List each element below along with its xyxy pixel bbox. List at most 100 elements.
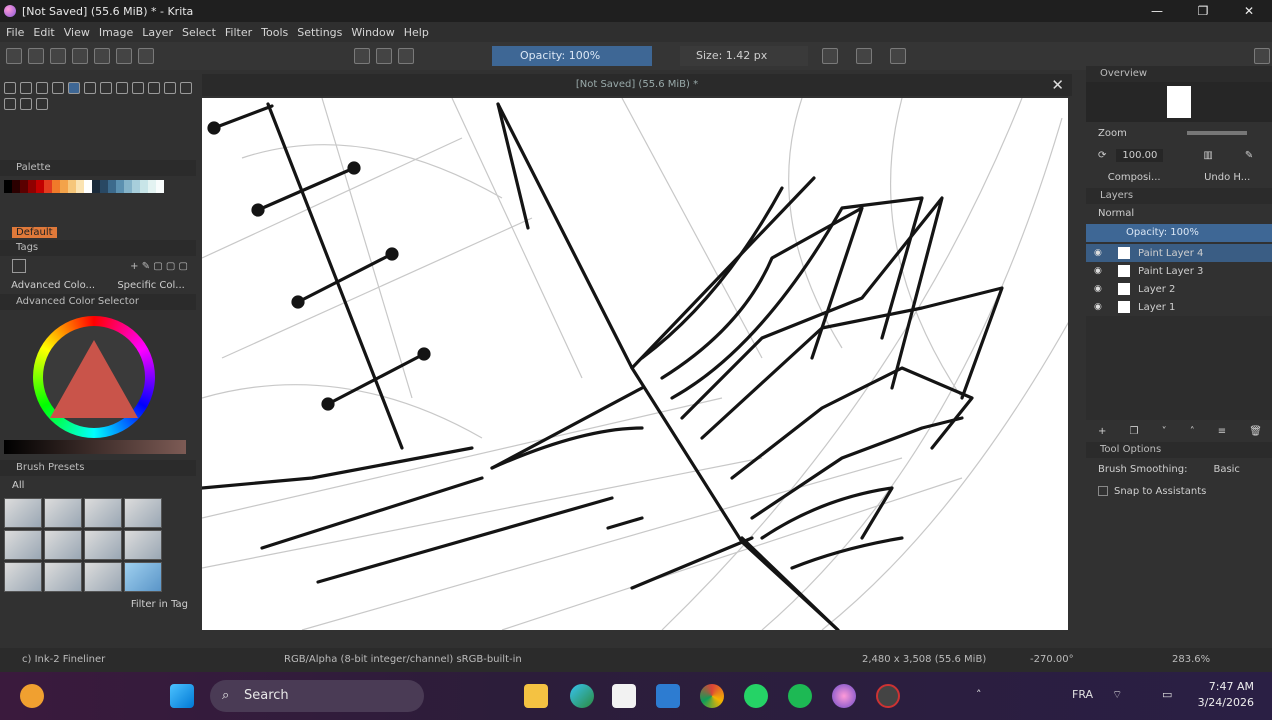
brush-preset-icon[interactable] — [116, 48, 132, 64]
menu-help[interactable]: Help — [404, 26, 429, 39]
brush-preset[interactable] — [4, 530, 42, 560]
zoom-slider[interactable] — [1186, 131, 1247, 135]
palette-swatch[interactable] — [132, 180, 140, 193]
palette-swatch[interactable] — [116, 180, 124, 193]
spotify-icon[interactable] — [788, 684, 812, 708]
crop-tool-icon[interactable] — [36, 98, 48, 110]
tab-advanced-colors[interactable]: Advanced Colo... — [11, 280, 95, 291]
tab-specific-colors[interactable]: Specific Col... — [117, 280, 185, 291]
battery-icon[interactable]: ▭ — [1162, 688, 1172, 701]
filter-in-tag-checkbox[interactable]: Filter in Tag — [131, 599, 188, 610]
menu-filter[interactable]: Filter — [225, 26, 252, 39]
menu-settings[interactable]: Settings — [297, 26, 342, 39]
transform-tool-icon[interactable] — [4, 98, 16, 110]
advanced-color-selector[interactable] — [0, 310, 196, 460]
snap-checkbox[interactable] — [1098, 486, 1108, 496]
document-tab[interactable]: [Not Saved] (55.6 MiB) * ✕ — [202, 74, 1072, 96]
new-document-icon[interactable] — [6, 48, 22, 64]
palette-swatch[interactable] — [60, 180, 68, 193]
edit-shapes-tool-icon[interactable] — [36, 82, 48, 94]
palette-swatch[interactable] — [148, 180, 156, 193]
bezier-tool-icon[interactable] — [164, 82, 176, 94]
polygon-tool-icon[interactable] — [132, 82, 144, 94]
menu-file[interactable]: File — [6, 26, 24, 39]
add-layer-icon[interactable]: + — [1098, 426, 1106, 437]
palette-swatch[interactable] — [92, 180, 100, 193]
maximize-button[interactable]: ❐ — [1180, 0, 1226, 22]
layer-opacity-slider[interactable]: Opacity: 100% — [1086, 224, 1272, 242]
layer-row[interactable]: ◉ Paint Layer 4 — [1086, 244, 1272, 262]
palette-swatch[interactable] — [108, 180, 116, 193]
move-layer-down-icon[interactable]: ˅ — [1162, 426, 1167, 437]
palette-swatch[interactable] — [36, 180, 44, 193]
panel-toggle-icon[interactable] — [1254, 48, 1270, 64]
menu-view[interactable]: View — [64, 26, 90, 39]
tray-chevron-icon[interactable]: ˄ — [976, 688, 982, 701]
system-clock[interactable]: 7:47 AM 3/24/2026 — [1198, 679, 1254, 711]
layer-row[interactable]: ◉ Layer 1 — [1086, 298, 1272, 316]
language-indicator[interactable]: FRA — [1072, 688, 1093, 701]
menu-layer[interactable]: Layer — [142, 26, 173, 39]
tab-undo-history[interactable]: Undo H... — [1204, 172, 1250, 183]
wifi-icon[interactable]: ⌔ — [1112, 688, 1122, 702]
palette-swatch[interactable] — [100, 180, 108, 193]
file-explorer-icon[interactable] — [524, 684, 548, 708]
blend-mode-select[interactable]: Normal — [1098, 208, 1134, 219]
store-icon[interactable] — [612, 684, 636, 708]
size-slider[interactable]: Size: 1.42 px — [680, 46, 808, 66]
smoothing-select[interactable]: Basic — [1213, 464, 1239, 475]
save-icon[interactable] — [50, 48, 66, 64]
visibility-eye-icon[interactable]: ◉ — [1094, 302, 1104, 312]
palette-swatch[interactable] — [124, 180, 132, 193]
edge-icon[interactable] — [570, 684, 594, 708]
open-document-icon[interactable] — [28, 48, 44, 64]
move-tool-icon[interactable] — [20, 98, 32, 110]
mail-icon[interactable] — [656, 684, 680, 708]
overview-thumbnail[interactable] — [1086, 82, 1272, 122]
drawing-canvas[interactable] — [202, 98, 1068, 630]
select-shapes-tool-icon[interactable] — [4, 82, 16, 94]
rotate-icon[interactable]: ⟳ — [1098, 150, 1106, 161]
minimize-button[interactable]: — — [1134, 0, 1180, 22]
palette-name[interactable]: Default — [12, 226, 57, 238]
taskbar-search[interactable]: ⌕ Search — [210, 680, 424, 712]
brush-preset[interactable] — [4, 562, 42, 592]
ellipse-tool-icon[interactable] — [116, 82, 128, 94]
tag-selector-icon[interactable] — [12, 259, 26, 273]
menu-image[interactable]: Image — [99, 26, 133, 39]
widgets-icon[interactable] — [20, 684, 44, 708]
brush-preset[interactable] — [84, 498, 122, 528]
palette-swatch[interactable] — [12, 180, 20, 193]
pin-icon[interactable]: ✎ — [1245, 150, 1253, 161]
brush-preset[interactable] — [44, 562, 82, 592]
delete-layer-icon[interactable]: 🗑 — [1249, 426, 1262, 437]
palette-swatch[interactable] — [52, 180, 60, 193]
visibility-eye-icon[interactable]: ◉ — [1094, 266, 1104, 276]
palette-swatch[interactable] — [156, 180, 164, 193]
layer-row[interactable]: ◉ Paint Layer 3 — [1086, 262, 1272, 280]
palette-swatch[interactable] — [84, 180, 92, 193]
brush-preset[interactable] — [44, 498, 82, 528]
palette-swatch[interactable] — [76, 180, 84, 193]
palette-swatch[interactable] — [20, 180, 28, 193]
krita-taskbar-icon[interactable] — [832, 684, 856, 708]
brush-preset[interactable] — [124, 498, 162, 528]
brush-preset[interactable] — [84, 530, 122, 560]
move-layer-up-icon[interactable]: ˄ — [1190, 426, 1195, 437]
menu-edit[interactable]: Edit — [33, 26, 54, 39]
brush-preset[interactable] — [44, 530, 82, 560]
saturation-value-triangle[interactable] — [50, 340, 138, 418]
rectangle-tool-icon[interactable] — [100, 82, 112, 94]
brush-preset[interactable] — [84, 562, 122, 592]
wrap-around-icon[interactable] — [890, 48, 906, 64]
brush-tag-select[interactable]: All — [12, 480, 24, 491]
blending-mode-icon[interactable] — [138, 48, 154, 64]
app-taskbar-icon[interactable] — [876, 684, 900, 708]
polyline-tool-icon[interactable] — [148, 82, 160, 94]
opacity-slider[interactable]: Opacity: 100% — [492, 46, 652, 66]
layer-row[interactable]: ◉ Layer 2 — [1086, 280, 1272, 298]
layer-properties-icon[interactable]: ≡ — [1218, 426, 1226, 437]
close-document-icon[interactable]: ✕ — [1051, 74, 1064, 96]
calligraphy-tool-icon[interactable] — [52, 82, 64, 94]
brush-preset-selected[interactable] — [124, 562, 162, 592]
